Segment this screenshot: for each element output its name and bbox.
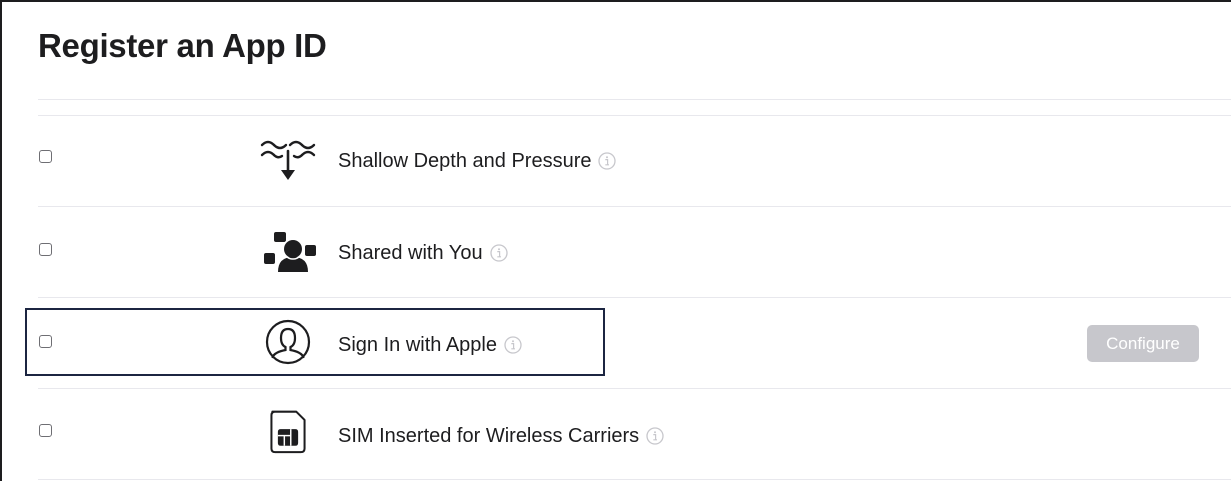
info-icon[interactable] <box>646 427 664 445</box>
divider <box>38 479 1231 480</box>
capability-name: SIM Inserted for Wireless Carriers <box>338 425 640 447</box>
capability-row-shared-with-you: Shared with You <box>2 206 1231 296</box>
capability-label: Shallow Depth and Pressure <box>338 148 617 174</box>
capability-checkbox-sign-in-with-apple[interactable] <box>39 335 52 348</box>
info-icon[interactable] <box>489 244 508 262</box>
capability-checkbox-sim-inserted[interactable] <box>39 424 52 437</box>
divider <box>38 99 1231 100</box>
sign-in-with-apple-icon <box>260 319 316 365</box>
depth-pressure-icon <box>260 137 316 183</box>
capability-row-sign-in-with-apple: Sign In with Apple <box>2 297 1231 387</box>
capability-name: Shallow Depth and Pressure <box>338 150 592 172</box>
capability-checkbox-shared-with-you[interactable] <box>39 243 52 256</box>
page-title: Register an App ID <box>38 27 327 64</box>
capability-checkbox-shallow-depth-and-pressure[interactable] <box>39 150 52 163</box>
capability-label: Shared with You <box>338 240 508 266</box>
capability-label: Sign In with Apple <box>338 332 522 358</box>
shared-with-you-icon <box>260 228 316 274</box>
capability-name: Shared with You <box>338 242 483 264</box>
info-icon[interactable] <box>504 336 522 354</box>
info-icon[interactable] <box>598 152 617 170</box>
capability-row-shallow-depth-and-pressure: Shallow Depth and Pressure <box>2 115 1231 205</box>
capability-row-sim-inserted-for-wireless-carriers: SIM Inserted for Wireless Carriers <box>2 388 1231 478</box>
capability-name: Sign In with Apple <box>338 334 497 356</box>
app-id-registration-panel: Register an App ID Shallow Depth and Pre… <box>0 0 1231 481</box>
capability-label: SIM Inserted for Wireless Carriers <box>338 423 664 449</box>
sim-card-icon <box>260 408 316 454</box>
configure-button[interactable]: Configure <box>1087 325 1199 362</box>
